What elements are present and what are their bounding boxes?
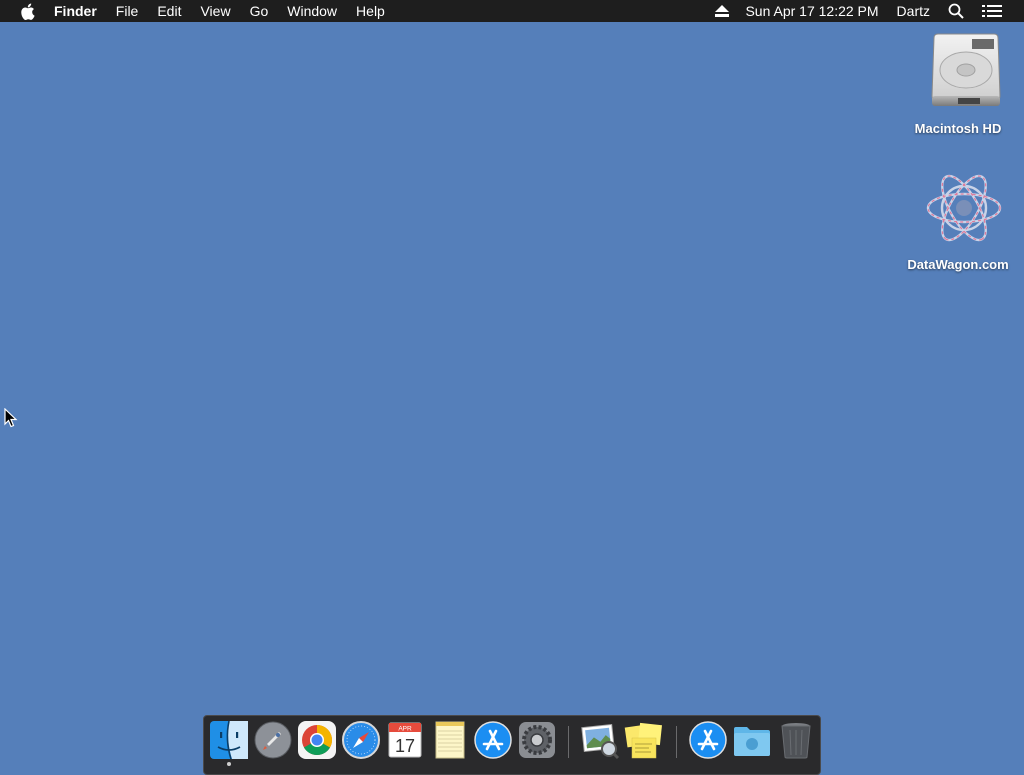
app-store-icon[interactable]	[473, 720, 513, 760]
calendar-icon[interactable]: APR 17	[385, 720, 425, 760]
notification-center-icon[interactable]	[982, 4, 1002, 18]
finder-icon[interactable]	[209, 720, 249, 760]
desktop-icon-macintosh-hd[interactable]: Macintosh HD	[903, 30, 1013, 136]
safari-icon[interactable]	[341, 720, 381, 760]
user-menu[interactable]: Dartz	[897, 0, 930, 22]
app-store-icon[interactable]	[688, 720, 728, 760]
apple-icon[interactable]	[20, 2, 36, 20]
eject-icon[interactable]	[715, 5, 730, 17]
menu-app-name[interactable]: Finder	[54, 0, 97, 22]
calendar-month: APR	[398, 726, 412, 733]
system-preferences-icon[interactable]	[517, 720, 557, 760]
desktop-icon-label: DataWagon.com	[907, 257, 1009, 272]
chrome-icon[interactable]	[297, 720, 337, 760]
menu-view[interactable]: View	[200, 0, 230, 22]
status-area: Sun Apr 17 12:22 PM Dartz	[715, 0, 1024, 22]
launchpad-icon[interactable]	[253, 720, 293, 760]
hard-drive-icon	[930, 33, 1001, 106]
spotlight-icon[interactable]	[948, 3, 964, 19]
menu-go[interactable]: Go	[250, 0, 269, 22]
notes-icon[interactable]	[429, 720, 469, 760]
clock[interactable]: Sun Apr 17 12:22 PM	[745, 0, 878, 22]
mouse-cursor-icon	[4, 408, 18, 428]
preview-icon[interactable]	[580, 720, 620, 760]
dock: APR 17	[203, 715, 821, 775]
menu-window[interactable]: Window	[287, 0, 337, 22]
menu-edit[interactable]: Edit	[157, 0, 181, 22]
menu-file[interactable]: File	[116, 0, 139, 22]
menu-bar: Finder File Edit View Go Window Help Sun…	[0, 0, 1024, 22]
desktop-icon-datawagon[interactable]: DataWagon.com	[903, 166, 1013, 272]
calendar-day: 17	[395, 736, 415, 756]
dock-separator	[568, 726, 569, 758]
running-indicator	[227, 762, 231, 766]
trash-icon[interactable]	[776, 720, 816, 760]
menu-help[interactable]: Help	[356, 0, 385, 22]
downloads-folder-icon[interactable]	[732, 720, 772, 760]
dock-separator	[676, 726, 677, 758]
stickies-icon[interactable]	[624, 720, 664, 760]
network-volume-icon	[926, 174, 1002, 242]
desktop-icon-label: Macintosh HD	[914, 121, 1002, 136]
